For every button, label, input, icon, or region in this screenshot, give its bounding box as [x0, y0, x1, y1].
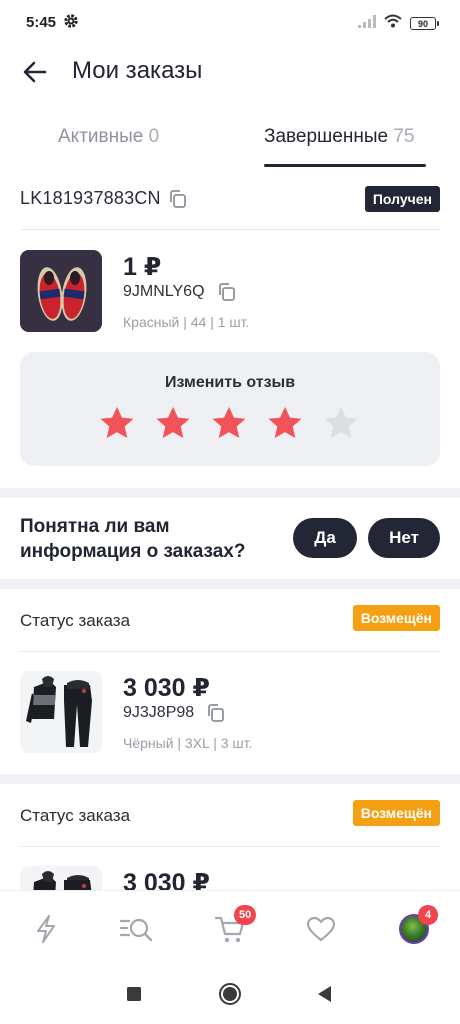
nav-cart[interactable]: 50 [212, 905, 257, 947]
product-price: 1 ₽ [123, 253, 162, 281]
product-code-row: 9JMNLY6Q [123, 282, 237, 302]
rating-stars [98, 404, 360, 442]
product-image-tracksuit [20, 671, 102, 753]
section-separator [0, 488, 460, 498]
product-price: 3 030 ₽ [123, 674, 210, 702]
product-image-shoes [20, 250, 102, 332]
system-navigation-bar [0, 964, 460, 1024]
order-item[interactable]: 3 030 ₽ [20, 866, 440, 890]
system-status-bar: 5:45 90 [0, 0, 460, 44]
star-icon[interactable] [266, 404, 304, 442]
order-item[interactable]: 1 ₽ 9JMNLY6Q Красный | 44 | 1 шт. [20, 250, 440, 334]
divider [20, 229, 440, 230]
order-item[interactable]: 3 030 ₽ 9J3J8P98 Чёрный | 3XL | 3 шт. [20, 671, 440, 755]
app-header: Мои заказы [0, 44, 460, 100]
no-button[interactable]: Нет [368, 518, 440, 558]
battery-icon: 90 [410, 17, 439, 30]
order-status-label: Статус заказа [20, 806, 131, 825]
yes-button[interactable]: Да [293, 518, 357, 558]
bottom-navigation: 50 4 [0, 890, 460, 964]
product-meta: Красный | 44 | 1 шт. [123, 314, 250, 330]
recents-square-icon[interactable] [126, 986, 142, 1007]
star-icon[interactable] [322, 404, 360, 442]
tab-label: Завершенные [264, 126, 389, 147]
signal-icon [358, 14, 376, 33]
status-badge: Возмещён [352, 605, 440, 631]
product-image-tracksuit [20, 866, 102, 890]
status-time: 5:45 [26, 14, 57, 31]
tracking-row: LK181937883CN Получен [20, 184, 440, 214]
star-icon[interactable] [154, 404, 192, 442]
status-badge: Возмещён [352, 800, 440, 826]
order-status-label: Статус заказа [20, 611, 131, 630]
settings-gear-icon [63, 13, 79, 34]
star-icon[interactable] [210, 404, 248, 442]
home-circle-icon[interactable] [218, 982, 242, 1011]
divider [20, 651, 440, 652]
arrow-left-icon [23, 61, 47, 83]
product-meta: Чёрный | 3XL | 3 шт. [123, 735, 253, 751]
back-button[interactable] [18, 57, 52, 87]
copy-icon[interactable] [206, 703, 226, 723]
tracking-number: LK181937883CN [20, 188, 161, 208]
catalog-search-icon [119, 918, 153, 942]
tab-count: 75 [393, 126, 415, 147]
tab-active[interactable]: Активные 0 [58, 126, 159, 166]
tab-completed[interactable]: Завершенные 75 [264, 126, 415, 166]
review-panel: Изменить отзыв [20, 352, 440, 466]
nav-feed[interactable] [28, 911, 64, 947]
wifi-icon [384, 14, 402, 33]
feedback-question: Понятна ли вам информация о заказах? [20, 516, 246, 562]
product-code-row: 9J3J8P98 [123, 703, 226, 723]
order-tabs: Активные 0 Завершенные 75 [0, 118, 460, 170]
product-code: 9J3J8P98 [123, 704, 195, 721]
cart-count-badge: 50 [234, 905, 257, 925]
divider [20, 846, 440, 847]
review-title: Изменить отзыв [164, 374, 296, 391]
tab-label: Активные [58, 126, 144, 147]
nav-favorites[interactable] [303, 911, 339, 947]
copy-icon[interactable] [217, 282, 237, 302]
heart-icon [306, 916, 336, 942]
copy-icon[interactable] [168, 189, 188, 209]
section-separator [0, 774, 460, 784]
feedback-block: Понятна ли вам информация о заказах? Да … [20, 500, 440, 580]
page-title: Мои заказы [72, 57, 203, 84]
nav-profile[interactable]: 4 [396, 905, 438, 947]
star-icon[interactable] [98, 404, 136, 442]
back-triangle-icon[interactable] [316, 985, 332, 1008]
product-code: 9JMNLY6Q [123, 283, 205, 300]
profile-notification-badge: 4 [418, 905, 438, 925]
product-price: 3 030 ₽ [123, 869, 210, 890]
status-badge: Получен [364, 186, 440, 212]
status-indicators: 90 [358, 14, 439, 33]
nav-catalog[interactable] [118, 911, 154, 947]
flash-icon [37, 915, 55, 943]
section-separator [0, 579, 460, 589]
tab-count: 0 [148, 126, 160, 147]
tab-selected-indicator [264, 164, 426, 167]
